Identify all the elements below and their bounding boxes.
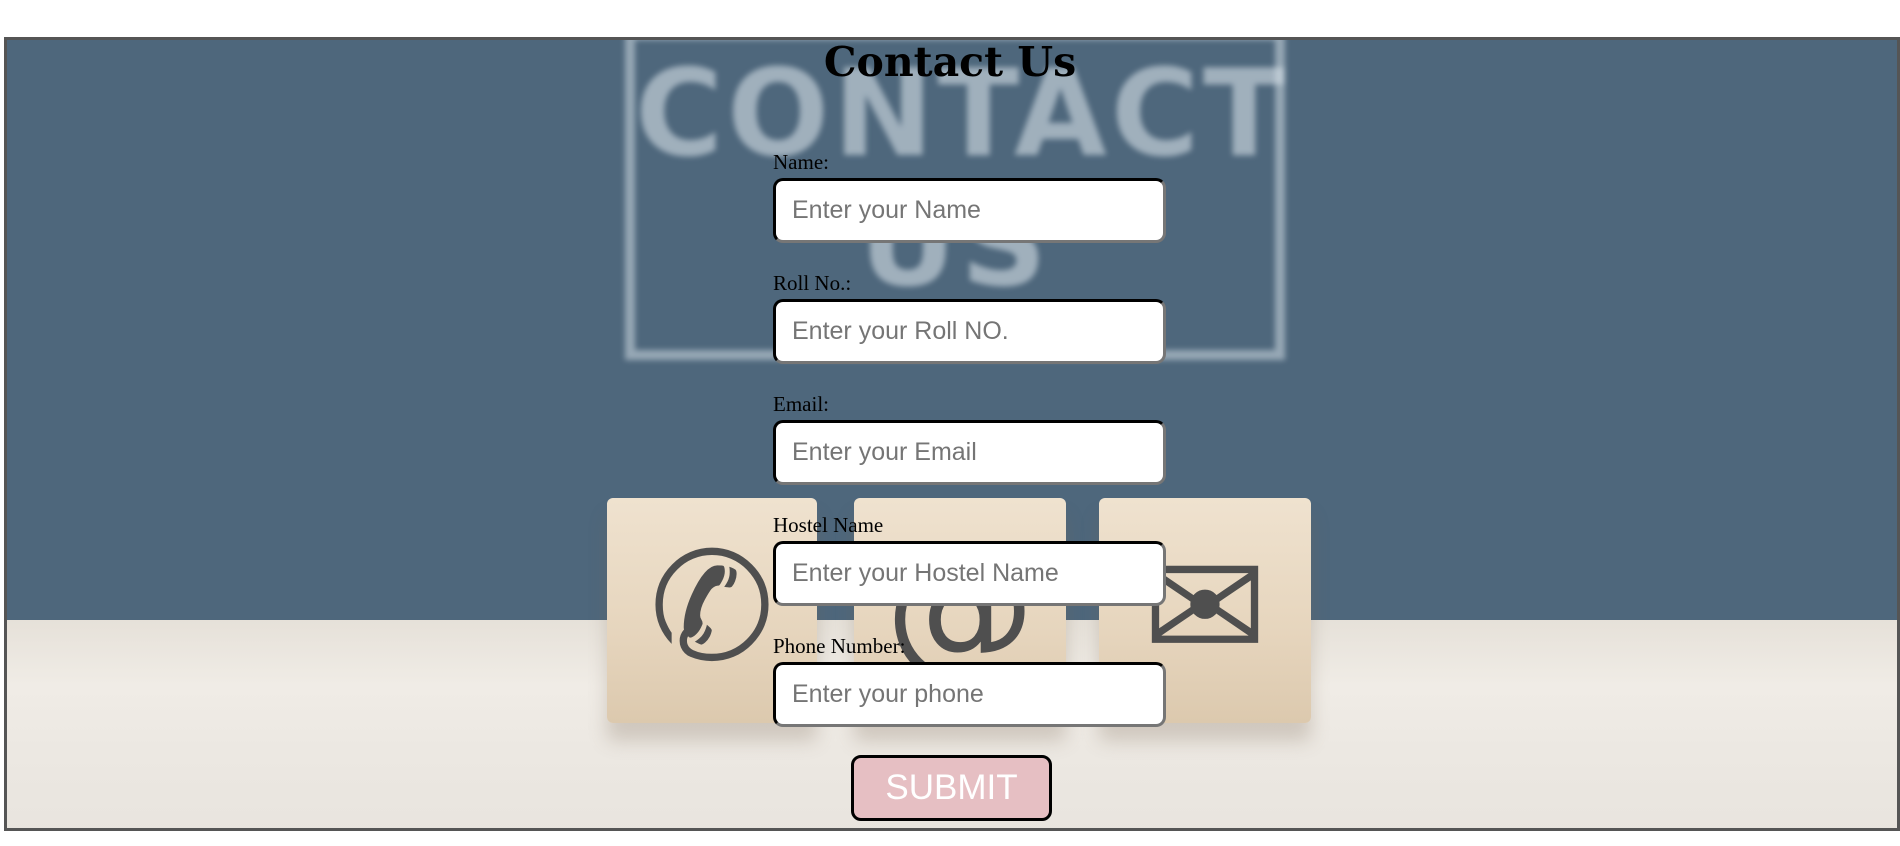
submit-button[interactable]: SUBMIT xyxy=(851,755,1052,821)
email-input[interactable] xyxy=(773,420,1166,485)
name-field-group: Name: xyxy=(773,150,1173,271)
contact-form: Name: Roll No.: Email: Hostel Name Phone… xyxy=(773,150,1173,755)
email-label: Email: xyxy=(773,392,829,416)
name-label: Name: xyxy=(773,150,829,174)
hostel-name-field-group: Hostel Name xyxy=(773,513,1173,634)
roll-no-field-group: Roll No.: xyxy=(773,271,1173,392)
name-input[interactable] xyxy=(773,178,1166,243)
roll-no-input[interactable] xyxy=(773,299,1166,364)
phone-number-field-group: Phone Number: xyxy=(773,634,1173,755)
hostel-name-input[interactable] xyxy=(773,541,1166,606)
phone-number-input[interactable] xyxy=(773,662,1166,727)
email-field-group: Email: xyxy=(773,392,1173,513)
roll-no-label: Roll No.: xyxy=(773,271,852,295)
page-title: Contact Us xyxy=(823,38,1077,86)
hostel-name-label: Hostel Name xyxy=(773,513,884,537)
phone-number-label: Phone Number: xyxy=(773,634,906,658)
